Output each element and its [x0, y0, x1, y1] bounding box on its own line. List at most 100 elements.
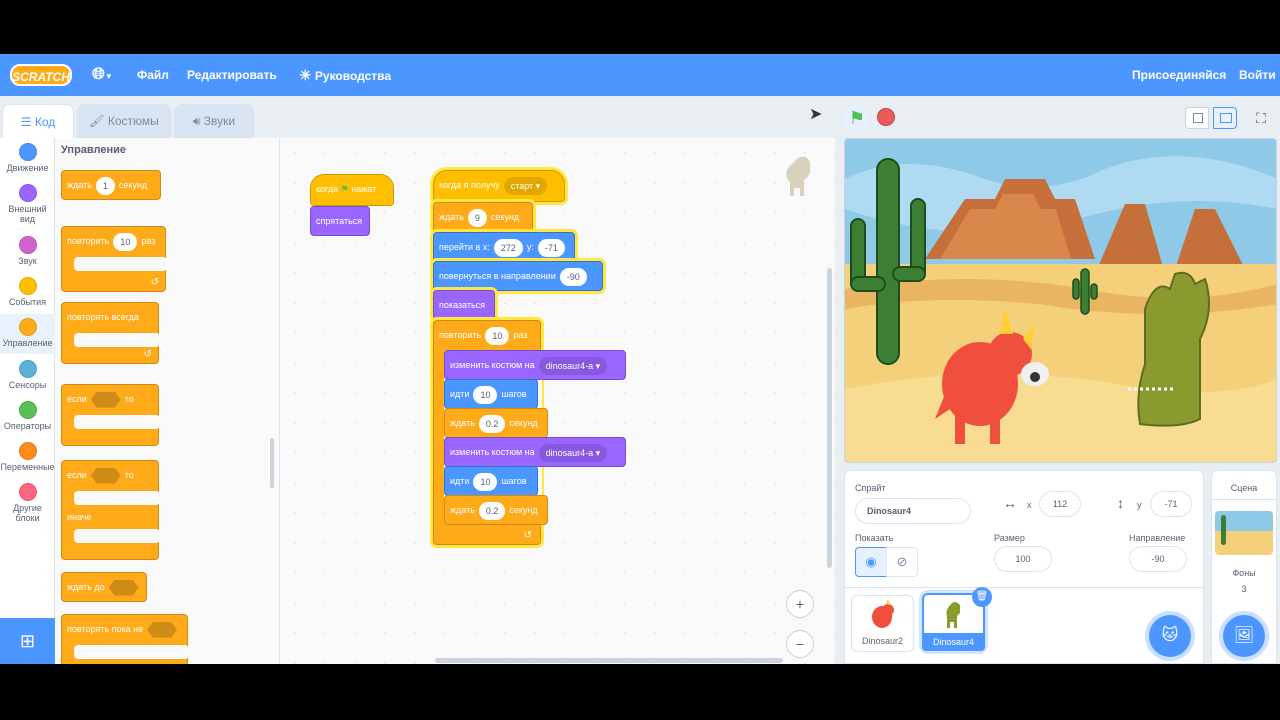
scratch-logo[interactable]: SCRATCH: [10, 64, 72, 86]
sprite-thumb-label: Dinosaur2: [861, 636, 904, 646]
block-input: 1: [95, 176, 115, 195]
show-sprite-button[interactable]: ◉: [855, 547, 887, 577]
block-input[interactable]: 272: [493, 238, 523, 257]
block-input[interactable]: 9: [467, 208, 487, 227]
palette-forever-block[interactable]: повторять всегда ↺: [61, 302, 160, 364]
stage-canvas[interactable]: [844, 138, 1277, 463]
globe-icon: 🌐︎: [92, 66, 105, 83]
y-position-field[interactable]: -71: [1150, 491, 1192, 517]
costume-dropdown[interactable]: dinosaur4-a ▾: [538, 443, 608, 462]
block-input[interactable]: -71: [537, 238, 565, 257]
signin-link[interactable]: Войти: [1239, 54, 1276, 96]
choose-backdrop-button[interactable]: 🖼︎: [1223, 615, 1265, 657]
direction-field[interactable]: -90: [1129, 546, 1187, 572]
tab-code[interactable]: ☰ Код: [2, 104, 74, 138]
palette-repeatuntil-block[interactable]: повторять пока не: [61, 614, 189, 664]
category-myblocks[interactable]: Другие блоки: [0, 483, 55, 523]
file-menu[interactable]: Файл: [137, 54, 169, 96]
add-extension-button[interactable]: ⊞: [0, 618, 55, 664]
direction-label: Направление: [1129, 533, 1186, 543]
category-operators[interactable]: Операторы: [0, 401, 55, 431]
zoom-out-button[interactable]: −: [786, 630, 814, 658]
sprite-name-field[interactable]: Dinosaur4: [855, 498, 971, 524]
choose-sprite-button[interactable]: 🐱︎: [1149, 615, 1191, 657]
category-variables[interactable]: Переменные: [0, 442, 55, 472]
block-input[interactable]: 0.2: [478, 501, 506, 520]
tutorials-menu[interactable]: ☀ Руководства: [299, 54, 391, 96]
when-i-receive-block[interactable]: когда я получу старт ▾: [433, 170, 565, 202]
wait-block[interactable]: ждать 0.2 секунд: [444, 408, 548, 438]
code-workspace[interactable]: когда ⚑ нажат спрятаться когда я получу с…: [280, 138, 835, 664]
small-stage-button[interactable]: [1185, 107, 1209, 129]
green-flag-icon: ⚑: [848, 108, 866, 128]
fullscreen-button[interactable]: ⛶: [1249, 107, 1273, 129]
stage-selector-panel[interactable]: Сцена Фоны 3 🖼︎: [1211, 470, 1277, 664]
add-extension-icon: ⊞: [19, 631, 36, 651]
delete-sprite-button[interactable]: 🗑︎: [972, 587, 992, 607]
sprite-watermark-icon: [786, 156, 810, 196]
category-sensing[interactable]: Сенсоры: [0, 360, 55, 390]
c-gap: [74, 645, 189, 659]
workspace-horizontal-scrollbar[interactable]: [435, 658, 783, 663]
zoom-in-button[interactable]: +: [786, 590, 814, 618]
tab-sounds[interactable]: 🔊︎ Звуки: [174, 104, 254, 138]
x-position-field[interactable]: 112: [1039, 491, 1081, 517]
show-label: Показать: [855, 533, 894, 543]
category-events[interactable]: События: [0, 277, 55, 307]
divider: [1212, 499, 1276, 500]
palette-if-block[interactable]: если то: [61, 384, 160, 446]
block-text: секунд: [509, 505, 538, 515]
size-field[interactable]: 100: [994, 546, 1052, 572]
palette-wait-block[interactable]: ждать 1 секунд: [61, 170, 161, 200]
eye-slash-icon: ⊘: [896, 554, 908, 569]
palette-scrollbar[interactable]: [270, 438, 274, 488]
large-stage-button[interactable]: [1213, 107, 1237, 129]
palette-ifelse-block[interactable]: если то иначе: [61, 460, 160, 560]
zoom-in-icon: +: [795, 596, 805, 612]
when-flag-clicked-block[interactable]: когда ⚑ нажат: [310, 174, 394, 206]
message-dropdown[interactable]: старт ▾: [503, 176, 548, 195]
edit-menu[interactable]: Редактировать: [187, 54, 277, 96]
category-sound[interactable]: Звук: [0, 236, 55, 266]
join-link[interactable]: Присоединяйся: [1132, 54, 1226, 96]
backdrop-thumbnail[interactable]: [1215, 511, 1273, 555]
block-text: ждать до: [67, 582, 105, 592]
point-direction-block[interactable]: повернуться в направлении -90: [433, 261, 603, 291]
block-text: секунд: [509, 418, 538, 428]
tab-costumes[interactable]: 🖌︎ Костюмы: [77, 104, 171, 138]
block-text: шагов: [501, 389, 527, 399]
palette-repeat-block[interactable]: повторить 10 раз ↺: [61, 226, 167, 292]
block-input[interactable]: -90: [559, 267, 587, 286]
move-steps-block[interactable]: идти 10 шагов: [444, 466, 538, 496]
costume-dropdown[interactable]: dinosaur4-a ▾: [538, 356, 608, 375]
language-menu[interactable]: 🌐︎▼: [92, 54, 113, 96]
wait-block[interactable]: ждать 9 секунд: [433, 202, 533, 232]
sprite-thumb-dinosaur4[interactable]: Dinosaur4 🗑︎: [922, 587, 992, 651]
block-input[interactable]: 10: [473, 472, 498, 491]
stage-header: ⚑ ➤ ⛶: [809, 96, 1280, 138]
category-label: Переменные: [0, 462, 55, 472]
hide-block[interactable]: спрятаться: [310, 206, 370, 236]
category-motion[interactable]: Движение: [0, 143, 55, 173]
category-control[interactable]: Управление: [0, 314, 55, 354]
image-plus-icon: 🖼︎: [1233, 627, 1255, 644]
palette-waituntil-block[interactable]: ждать до: [61, 572, 147, 602]
category-looks[interactable]: Внешний вид: [0, 184, 55, 224]
sprite-thumb-dinosaur2[interactable]: Dinosaur2: [851, 595, 914, 652]
switch-costume-block[interactable]: изменить костюм на dinosaur4-a ▾: [444, 437, 626, 467]
green-flag-button[interactable]: ⚑: [845, 106, 869, 130]
goto-xy-block[interactable]: перейти в x: 272 y: -71: [433, 232, 575, 262]
hide-sprite-button[interactable]: ⊘: [886, 547, 918, 577]
block-input[interactable]: 10: [473, 385, 498, 404]
show-block[interactable]: показаться: [433, 290, 495, 320]
switch-costume-block[interactable]: изменить костюм на dinosaur4-a ▾: [444, 350, 626, 380]
tab-costumes-label: Костюмы: [107, 114, 159, 128]
workspace-vertical-scrollbar[interactable]: [827, 268, 832, 568]
stop-button[interactable]: [877, 108, 895, 126]
block-input[interactable]: 0.2: [478, 414, 506, 433]
block-text: нажат: [351, 184, 377, 194]
eye-icon: ◉: [865, 554, 877, 569]
move-steps-block[interactable]: идти 10 шагов: [444, 379, 538, 409]
wait-block[interactable]: ждать 0.2 секунд: [444, 495, 548, 525]
backdrops-label: Фоны: [1232, 568, 1256, 578]
